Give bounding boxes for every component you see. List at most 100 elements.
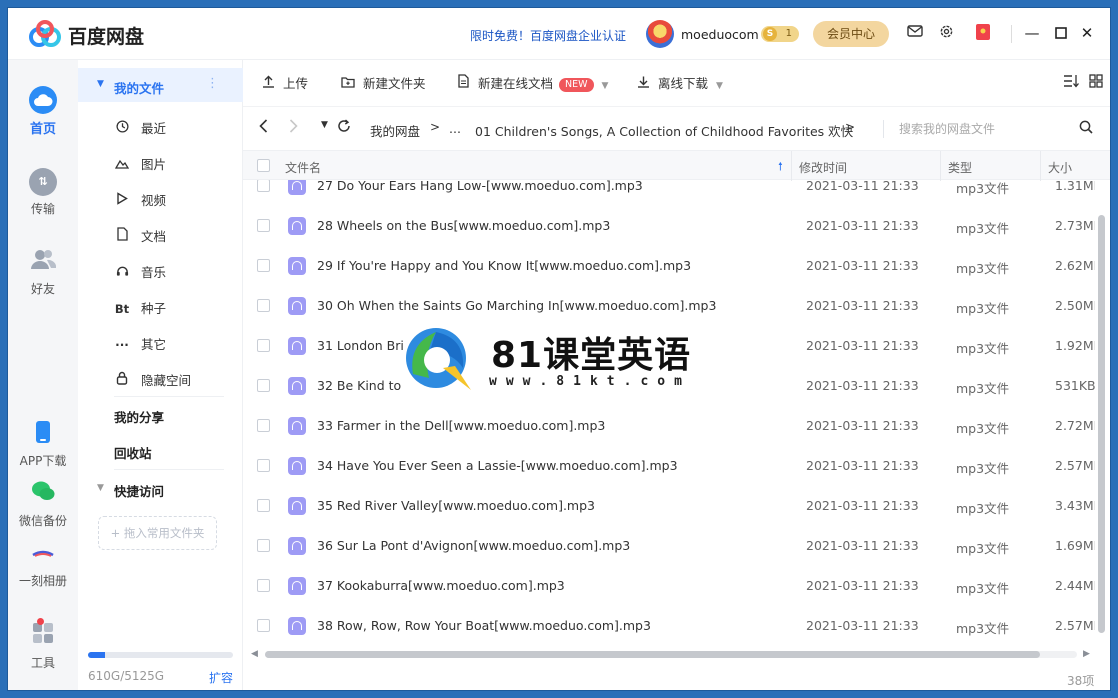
close-icon[interactable]: ✕ (1076, 22, 1098, 44)
file-name[interactable]: 32 Be Kind to (317, 378, 401, 393)
table-row[interactable]: 38 Row, Row, Row Your Boat[www.moeduo.co… (243, 606, 1095, 645)
username[interactable]: moeduocom (681, 27, 759, 42)
table-row[interactable]: 35 Red River Valley[www.moeduo.com].mp3 2… (243, 486, 1095, 526)
row-checkbox[interactable] (257, 539, 270, 552)
vertical-scrollbar-thumb[interactable] (1098, 215, 1105, 633)
sidebar-item-videos[interactable]: 视频 (114, 190, 166, 210)
vip-center-button[interactable]: 会员中心 (813, 21, 889, 47)
new-online-doc-button[interactable]: 新建在线文档 NEW ▼ (456, 74, 608, 94)
drop-common-folder-zone[interactable]: + 拖入常用文件夹 (98, 516, 217, 550)
column-divider[interactable] (940, 151, 941, 181)
upload-button[interactable]: 上传 (261, 74, 308, 94)
row-checkbox[interactable] (257, 459, 270, 472)
rail-item-wechat-backup[interactable]: 微信备份 (8, 480, 78, 529)
minimize-icon[interactable]: — (1021, 22, 1043, 44)
horizontal-scrollbar-thumb[interactable] (265, 651, 1040, 658)
rail-item-friends[interactable]: 好友 (8, 248, 78, 297)
search-icon[interactable] (1079, 120, 1093, 134)
avatar[interactable] (646, 20, 674, 48)
file-name[interactable]: 38 Row, Row, Row Your Boat[www.moeduo.co… (317, 618, 651, 633)
file-name[interactable]: 34 Have You Ever Seen a Lassie-[www.moed… (317, 458, 678, 473)
sidebar-my-files[interactable]: ▼ 我的文件 ⋮ (78, 68, 243, 102)
sidebar-item-others[interactable]: ··· 其它 (114, 334, 166, 354)
back-arrow-icon[interactable] (259, 119, 268, 137)
more-vertical-icon[interactable]: ⋮ (206, 76, 219, 91)
caret-down-icon[interactable]: ▼ (97, 483, 104, 493)
file-name[interactable]: 30 Oh When the Saints Go Marching In[www… (317, 298, 716, 313)
table-row[interactable]: 27 Do Your Ears Hang Low-[www.moeduo.com… (243, 180, 1095, 206)
file-name[interactable]: 31 London Bri (317, 338, 404, 353)
file-name[interactable]: 29 If You're Happy and You Know It[www.m… (317, 258, 691, 273)
column-divider[interactable] (1040, 151, 1041, 181)
sidebar-item-recent[interactable]: 最近 (114, 118, 166, 138)
row-checkbox[interactable] (257, 299, 270, 312)
file-name[interactable]: 37 Kookaburra[www.moeduo.com].mp3 (317, 578, 565, 593)
select-all-checkbox[interactable] (257, 159, 270, 172)
chevron-down-icon[interactable]: ▼ (602, 81, 609, 91)
row-checkbox[interactable] (257, 499, 270, 512)
row-checkbox[interactable] (257, 579, 270, 592)
scroll-right-icon[interactable]: ▶ (1083, 649, 1090, 659)
settings-gear-icon[interactable] (936, 24, 956, 44)
sidebar-item-torrents[interactable]: Bt 种子 (114, 298, 166, 318)
breadcrumb-ellipsis[interactable]: ... (449, 121, 461, 136)
table-row[interactable]: 30 Oh When the Saints Go Marching In[www… (243, 286, 1095, 326)
breadcrumb-current-folder[interactable]: 01 Children's Songs, A Collection of Chi… (475, 121, 853, 140)
column-header-name[interactable]: 文件名 (285, 159, 321, 176)
refresh-icon[interactable] (337, 119, 351, 137)
offline-download-button[interactable]: 离线下载 ▼ (636, 74, 723, 94)
sidebar-item-hidden-space[interactable]: 隐藏空间 (114, 370, 191, 390)
horizontal-scrollbar[interactable]: ◀ ▶ (251, 649, 1091, 659)
forward-arrow-icon[interactable] (289, 119, 298, 137)
caret-down-icon[interactable]: ▼ (97, 79, 104, 89)
mail-icon[interactable] (905, 24, 925, 44)
row-checkbox[interactable] (257, 339, 270, 352)
sidebar-quick-access[interactable]: 快捷访问 (114, 481, 164, 500)
rail-item-home[interactable]: 首页 (8, 86, 78, 137)
column-header-type[interactable]: 类型 (948, 159, 972, 176)
file-name[interactable]: 33 Farmer in the Dell[www.moeduo.com].mp… (317, 418, 605, 433)
rail-item-tools[interactable]: 工具 (8, 618, 78, 671)
table-row[interactable]: 28 Wheels on the Bus[www.moeduo.com].mp3… (243, 206, 1095, 246)
sidebar-item-recycle-bin[interactable]: 回收站 (114, 443, 152, 462)
file-name[interactable]: 35 Red River Valley[www.moeduo.com].mp3 (317, 498, 595, 513)
sort-list-icon[interactable] (1063, 74, 1080, 92)
row-checkbox[interactable] (257, 180, 270, 192)
row-checkbox[interactable] (257, 259, 270, 272)
coin-level-badge[interactable]: 1 (761, 26, 799, 42)
row-checkbox[interactable] (257, 419, 270, 432)
sidebar-item-images[interactable]: 图片 (114, 154, 166, 174)
table-row[interactable]: 29 If You're Happy and You Know It[www.m… (243, 246, 1095, 286)
enterprise-promo-link[interactable]: 限时免费！百度网盘企业认证 (470, 27, 626, 44)
table-row[interactable]: 31 London Bri 2021-03-11 21:33 mp3文件 1.92MB (243, 326, 1095, 366)
scroll-left-icon[interactable]: ◀ (251, 649, 258, 659)
file-name[interactable]: 36 Sur La Pont d'Avignon[www.moeduo.com]… (317, 538, 630, 553)
chevron-down-icon[interactable]: ▼ (716, 81, 723, 91)
history-dropdown-icon[interactable]: ▼ (321, 120, 328, 130)
file-name[interactable]: 27 Do Your Ears Hang Low-[www.moeduo.com… (317, 180, 643, 193)
rail-item-album[interactable]: 一刻相册 (8, 540, 78, 589)
column-header-modified[interactable]: 修改时间 (799, 159, 847, 176)
sidebar-item-my-share[interactable]: 我的分享 (114, 407, 164, 426)
row-checkbox[interactable] (257, 619, 270, 632)
row-checkbox[interactable] (257, 219, 270, 232)
red-envelope-icon[interactable] (973, 24, 993, 44)
sort-ascending-icon[interactable]: 🠕 (778, 158, 783, 177)
sidebar-item-docs[interactable]: 文档 (114, 226, 166, 246)
sidebar-item-music[interactable]: 音乐 (114, 262, 166, 282)
grid-view-icon[interactable] (1089, 74, 1103, 92)
file-name[interactable]: 28 Wheels on the Bus[www.moeduo.com].mp3 (317, 218, 610, 233)
breadcrumb-root[interactable]: 我的网盘 (370, 121, 420, 140)
search-input[interactable] (899, 116, 1079, 142)
table-row[interactable]: 32 Be Kind to 2021-03-11 21:33 mp3文件 531KB (243, 366, 1095, 406)
column-header-size[interactable]: 大小 (1048, 159, 1072, 176)
new-folder-button[interactable]: 新建文件夹 (341, 74, 426, 94)
row-checkbox[interactable] (257, 379, 270, 392)
vertical-scrollbar[interactable] (1097, 180, 1106, 650)
rail-item-app-download[interactable]: APP下载 (8, 420, 78, 469)
rail-item-transfer[interactable]: ⇅ 传输 (8, 168, 78, 217)
table-row[interactable]: 33 Farmer in the Dell[www.moeduo.com].mp… (243, 406, 1095, 446)
table-row[interactable]: 37 Kookaburra[www.moeduo.com].mp3 2021-03… (243, 566, 1095, 606)
column-divider[interactable] (791, 151, 792, 181)
maximize-icon[interactable] (1050, 22, 1072, 44)
